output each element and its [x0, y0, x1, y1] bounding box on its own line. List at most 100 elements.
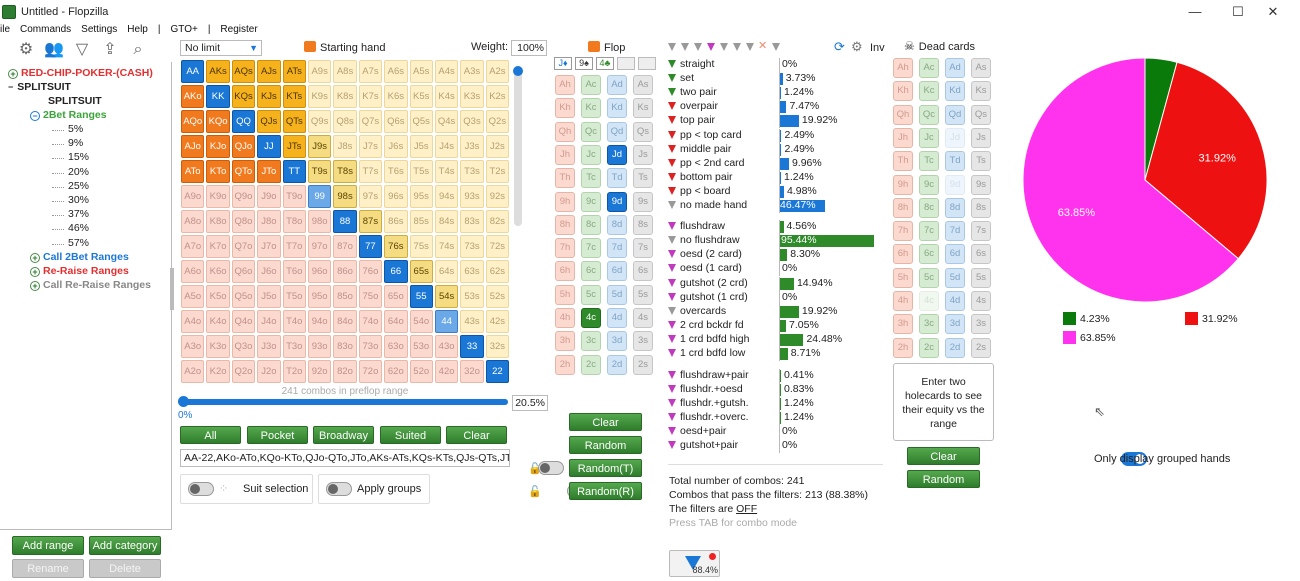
filters-toggle-link[interactable]: OFF	[736, 503, 757, 515]
maximize-button[interactable]: ☐	[1223, 3, 1253, 21]
flop-card[interactable]: 9c	[581, 191, 601, 212]
hand-cell[interactable]: 82o	[333, 360, 357, 383]
board-card-5[interactable]	[638, 57, 656, 70]
filter-icon[interactable]	[668, 264, 676, 273]
flop-card[interactable]: 6s	[633, 261, 653, 282]
tree-node-call-2bet[interactable]: + Call 2Bet Ranges	[30, 251, 129, 263]
hand-cell[interactable]: A6o	[181, 260, 205, 283]
hand-cell[interactable]: 73o	[358, 335, 383, 358]
suited-button[interactable]: Suited	[380, 426, 441, 444]
filter-icon[interactable]	[668, 412, 676, 421]
hand-cell[interactable]: J2s	[485, 135, 510, 158]
hand-cell[interactable]: 52s	[485, 285, 510, 308]
hand-cell[interactable]: AKo	[181, 85, 205, 108]
rename-button[interactable]: Rename	[12, 559, 84, 578]
dead-card[interactable]: 7h	[893, 221, 913, 242]
dead-card[interactable]: 4s	[971, 291, 991, 311]
stat-row[interactable]: pp < top card	[668, 129, 742, 143]
stat-row[interactable]: 1 crd bdfd low	[668, 347, 745, 361]
percent-slider-thumb[interactable]	[178, 396, 189, 407]
hand-cell[interactable]: 82s	[485, 210, 510, 233]
hand-cell[interactable]: 75o	[358, 285, 383, 308]
dead-card[interactable]: Ts	[971, 151, 991, 172]
gear-icon[interactable]: ⚙	[16, 40, 36, 60]
minimize-button[interactable]: —	[1180, 3, 1210, 21]
flop-card[interactable]: 3c	[581, 331, 601, 352]
hand-cell[interactable]: QTo	[231, 160, 256, 183]
flop-card[interactable]: Qs	[633, 121, 653, 142]
flop-clear-button[interactable]: Clear	[569, 413, 642, 431]
hand-cell[interactable]: A6s	[384, 60, 408, 83]
hand-cell[interactable]: 65s	[409, 260, 433, 283]
stat-row[interactable]: two pair	[668, 86, 717, 100]
hand-cell[interactable]: Q3o	[231, 335, 256, 358]
flop-card[interactable]: 4c	[581, 308, 601, 328]
filter-icon[interactable]	[668, 384, 676, 393]
random-t-toggle[interactable]	[538, 461, 564, 475]
hand-cell[interactable]: ATs	[282, 60, 306, 83]
flop-card[interactable]: Jd	[607, 144, 627, 165]
stat-row[interactable]: gutshot (2 crd)	[668, 277, 748, 291]
hand-cell[interactable]: 72o	[358, 360, 383, 383]
filter-icon[interactable]	[668, 60, 676, 68]
hand-cell[interactable]: AJo	[181, 135, 205, 158]
hand-cell[interactable]: 43o	[434, 335, 459, 358]
hand-cell[interactable]: 92o	[307, 360, 332, 383]
weight-slider[interactable]	[513, 66, 523, 226]
hand-cell[interactable]: 97o	[307, 235, 332, 258]
filter-icon[interactable]	[720, 43, 728, 51]
dead-card[interactable]: Jc	[919, 127, 939, 148]
tree-range-item[interactable]: 37%	[68, 208, 89, 220]
hand-cell[interactable]: KTo	[206, 160, 230, 183]
hand-cell[interactable]: A9o	[181, 185, 205, 208]
hand-cell[interactable]: 62s	[485, 260, 510, 283]
hand-cell[interactable]: J4o	[257, 310, 281, 333]
filter-icon[interactable]	[668, 130, 676, 139]
hand-cell[interactable]: T2o	[282, 360, 306, 383]
dead-card[interactable]: 7s	[971, 221, 991, 242]
flop-card[interactable]: 8d	[607, 214, 627, 235]
hand-cell[interactable]: JTo	[257, 160, 281, 183]
range-text-input[interactable]: AA-22,AKo-ATo,KQo-KTo,QJo-QTo,JTo,AKs-AT…	[180, 449, 510, 467]
dead-card[interactable]: 3d	[945, 314, 965, 335]
flop-card[interactable]: Ah	[555, 75, 575, 95]
hand-cell[interactable]: 33	[460, 335, 484, 358]
hand-cell[interactable]: Q8o	[231, 210, 256, 233]
hand-cell[interactable]: 74o	[358, 310, 383, 333]
hand-cell[interactable]: T2s	[485, 160, 510, 183]
filter-icon[interactable]	[707, 43, 715, 51]
hand-cell[interactable]: K5o	[206, 285, 230, 308]
dead-card[interactable]: 7c	[919, 221, 939, 242]
hand-cell[interactable]: 77	[358, 235, 383, 258]
hand-cell[interactable]: 42o	[434, 360, 459, 383]
flop-card[interactable]: 8c	[581, 214, 601, 235]
dead-card[interactable]: 2d	[945, 337, 965, 358]
stat-row[interactable]: set	[668, 72, 694, 86]
flop-card[interactable]: 5h	[555, 284, 575, 305]
hand-cell[interactable]: A5s	[409, 60, 433, 83]
stat-row[interactable]: 1 crd bdfd high	[668, 333, 749, 347]
hand-cell[interactable]: 63o	[384, 335, 408, 358]
filter-icon[interactable]	[694, 43, 702, 51]
hand-cell[interactable]: K7s	[358, 85, 383, 108]
flop-card[interactable]: Ac	[581, 75, 601, 95]
export-icon[interactable]: ⇪	[100, 40, 120, 60]
clear-filters-icon[interactable]: ✕	[758, 39, 767, 52]
stat-row[interactable]: gutshot (1 crd)	[668, 291, 748, 305]
dead-card[interactable]: Jd	[945, 127, 965, 148]
flop-card[interactable]: 9h	[555, 191, 575, 212]
hand-cell[interactable]: 87o	[333, 235, 357, 258]
flop-card[interactable]: Kh	[555, 98, 575, 119]
hand-cell[interactable]: 44	[434, 310, 459, 333]
users-icon[interactable]: 👥	[44, 40, 64, 60]
hand-cell[interactable]: J2o	[257, 360, 281, 383]
tree-range-item[interactable]: 5%	[68, 123, 83, 135]
hand-cell[interactable]: KQo	[206, 110, 230, 133]
hand-cell[interactable]: QTs	[282, 110, 306, 133]
apply-groups-toggle[interactable]	[326, 482, 352, 496]
dead-card[interactable]: 3h	[893, 314, 913, 335]
hand-cell[interactable]: A3o	[181, 335, 205, 358]
hand-cell[interactable]: 75s	[409, 235, 433, 258]
dead-card[interactable]: 5h	[893, 267, 913, 288]
hand-cell[interactable]: 96o	[307, 260, 332, 283]
